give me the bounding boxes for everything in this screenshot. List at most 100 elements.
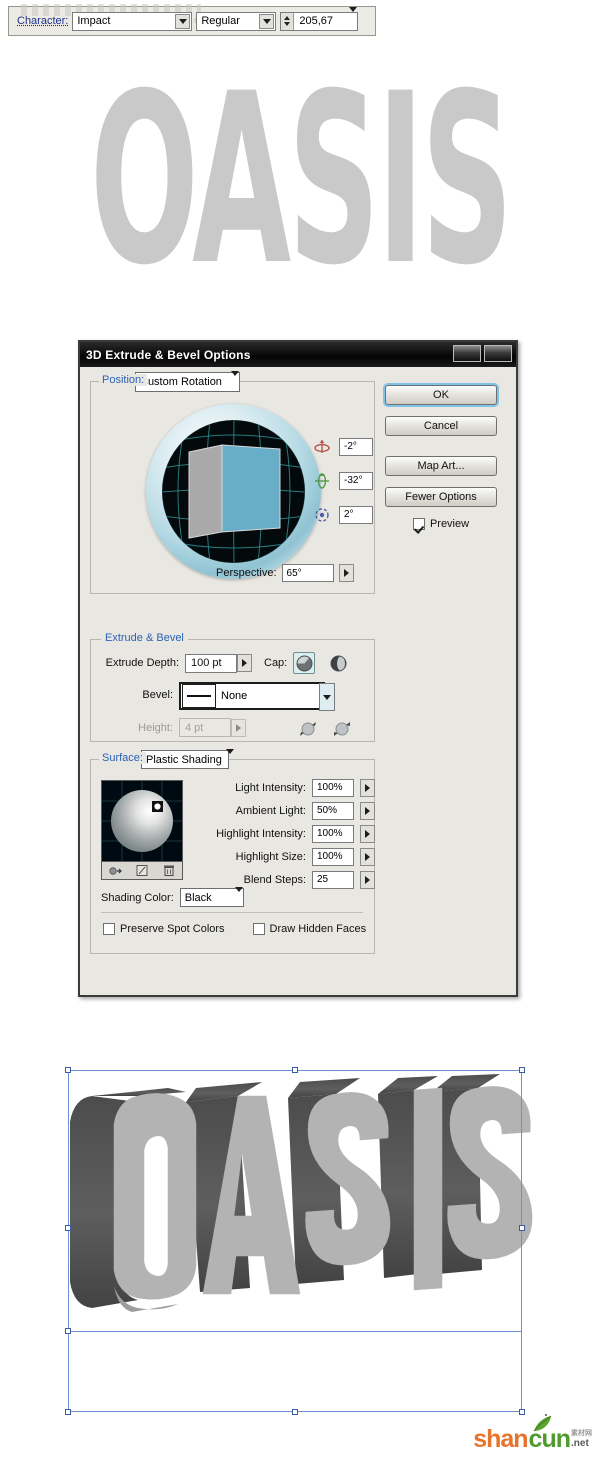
surface-parameter-rows: Light Intensity: 100% Ambient Light: 50%… [196,778,375,893]
highlight-size-input[interactable]: 100% [312,847,354,866]
extrude-depth-row: Extrude Depth: 100 pt Cap: [101,652,349,674]
rotation-z-input[interactable]: 2° [339,505,373,524]
chevron-down-icon[interactable] [349,7,358,30]
surface-checkbox-row: Preserve Spot Colors Draw Hidden Faces [103,923,366,935]
handle-baseline-left[interactable] [65,1328,71,1334]
ambient-light-stepper-icon[interactable] [360,801,375,820]
chevron-down-icon[interactable] [231,371,239,388]
bevel-value: None [221,690,248,702]
hollow-cap-icon [330,655,347,671]
ambient-light-input[interactable]: 50% [312,801,354,820]
chevron-down-icon[interactable] [234,886,243,904]
spinner-arrows-icon[interactable] [281,12,295,30]
extrude-legend: Extrude & Bevel [101,632,188,644]
perspective-row: Perspective: 65° [216,564,354,582]
chevron-down-icon[interactable] [259,13,275,29]
highlight-size-stepper-icon[interactable] [360,847,375,866]
extrude-depth-input[interactable]: 100 pt [185,653,237,673]
selection-bounding-box[interactable] [68,1070,522,1412]
surface-legend: Surface: [99,752,146,764]
cap-hollow-button[interactable] [327,652,349,674]
font-size-stepper[interactable]: 205,67 [280,7,359,31]
cap-solid-button[interactable] [293,652,316,674]
perspective-input[interactable]: 65° [281,564,334,582]
highlight-intensity-stepper-icon[interactable] [360,824,375,843]
handle-bottom-left[interactable] [65,1409,71,1415]
highlight-intensity-row: Highlight Intensity: 100% [196,824,375,843]
new-light-icon[interactable] [135,864,149,877]
light-sphere-preview[interactable] [101,780,183,862]
restore-button[interactable] [453,345,481,362]
dialog-title-bar[interactable]: 3D Extrude & Bevel Options [80,342,516,367]
highlight-intensity-input[interactable]: 100% [312,824,354,843]
handle-bottom-center[interactable] [292,1409,298,1415]
preserve-spot-colors-checkbox[interactable] [103,923,115,935]
bevel-extent-out-icon[interactable] [298,719,318,737]
extrude-depth-stepper-icon[interactable] [237,654,252,672]
light-intensity-row: Light Intensity: 100% [196,778,375,797]
perspective-stepper-icon[interactable] [338,564,354,582]
rotate-y-axis-icon [313,472,331,490]
extrude-depth-label: Extrude Depth: [105,657,179,669]
flat-oasis-label: OASIS [90,46,510,296]
highlight-intensity-label: Highlight Intensity: [216,827,306,840]
rotate-x-axis-icon [313,438,331,456]
bevel-height-row: Height: 4 pt [101,718,352,737]
handle-top-center[interactable] [292,1067,298,1073]
rotation-trackball[interactable] [146,404,321,579]
preview-checkbox[interactable] [412,518,425,530]
map-art-button[interactable]: Map Art... [385,456,497,476]
font-style-select[interactable]: Regular [196,11,277,31]
draw-hidden-faces-label: Draw Hidden Faces [269,923,367,935]
shading-color-select[interactable]: Black [179,886,244,907]
draw-hidden-faces-checkbox[interactable] [252,923,265,935]
highlight-size-row: Highlight Size: 100% [196,847,375,866]
position-preset-select[interactable]: Custom Rotation [135,371,240,392]
ambient-light-row: Ambient Light: 50% [196,801,375,820]
trackball-sphere[interactable] [162,420,305,563]
chevron-down-icon[interactable] [175,13,191,29]
shading-color-value: Black [184,891,212,904]
position-preset-value: Custom Rotation [140,376,222,388]
handle-top-right[interactable] [519,1067,525,1073]
ambient-light-label: Ambient Light: [235,804,306,817]
rotation-x-input[interactable]: -2° [339,437,373,456]
cube-side-face [188,444,223,539]
trackball-grid [162,420,305,563]
font-style-value: Regular [201,15,240,27]
chevron-down-icon[interactable] [225,748,234,766]
rotation-z-row: 2° [313,502,373,527]
draw-hidden-faces-row[interactable]: Draw Hidden Faces [252,923,367,935]
surface-shading-select[interactable]: Plastic Shading [141,748,234,769]
rotation-x-row: -2° [313,434,373,459]
light-intensity-input[interactable]: 100% [312,778,354,797]
font-family-select[interactable]: Impact [72,11,193,31]
blend-steps-input[interactable]: 25 [312,870,354,889]
light-intensity-stepper-icon[interactable] [360,778,375,797]
delete-light-icon[interactable] [162,864,176,877]
preserve-spot-colors-row[interactable]: Preserve Spot Colors [103,923,225,935]
bevel-height-stepper-icon [231,718,246,737]
handle-top-left[interactable] [65,1067,71,1073]
bevel-select[interactable]: None [179,682,335,711]
window-controls [453,345,512,362]
handle-middle-right[interactable] [519,1225,525,1231]
ok-button[interactable]: OK [385,385,497,405]
close-button[interactable] [484,345,512,362]
blend-steps-stepper-icon[interactable] [360,870,375,889]
move-light-icon[interactable] [108,864,123,877]
flat-text-artwork: OASIS [0,46,600,296]
light-tool-strip [101,862,183,880]
light-intensity-label: Light Intensity: [235,781,306,794]
cancel-button[interactable]: Cancel [385,416,497,436]
rotation-y-input[interactable]: -32° [339,471,373,490]
handle-bottom-right[interactable] [519,1409,525,1415]
bevel-extent-in-icon[interactable] [332,719,352,737]
surface-shading-value: Plastic Shading [146,753,222,766]
shading-color-row: Shading Color: Black [101,886,244,907]
bevel-none-swatch-icon [182,684,216,708]
preview-checkbox-row[interactable]: Preview [385,518,497,530]
handle-middle-left[interactable] [65,1225,71,1231]
fewer-options-button[interactable]: Fewer Options [385,487,497,507]
chevron-down-icon[interactable] [319,683,335,711]
